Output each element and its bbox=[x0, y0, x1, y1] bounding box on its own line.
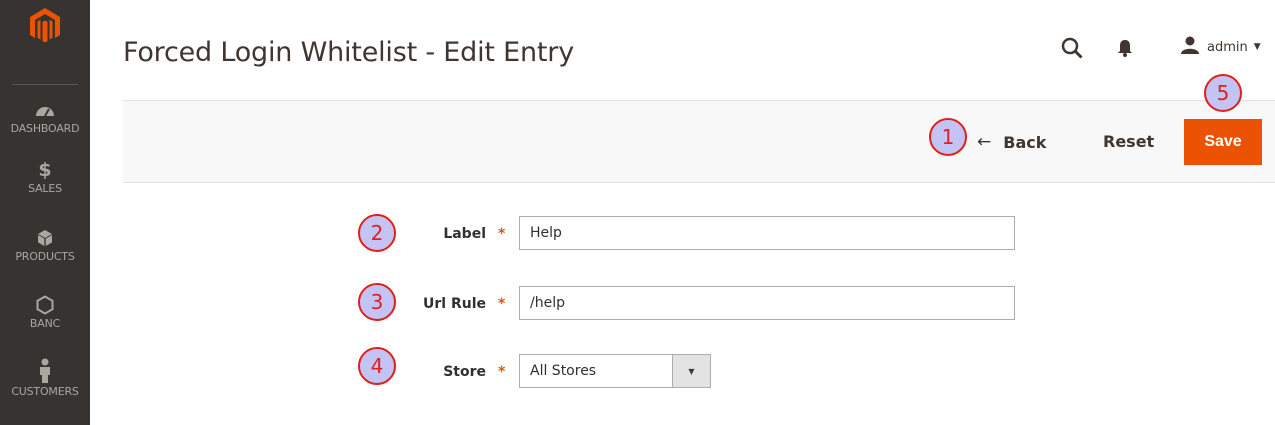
box-icon bbox=[36, 226, 54, 250]
sidebar-item-label: CUSTOMERS bbox=[11, 385, 79, 398]
search-icon[interactable] bbox=[1061, 37, 1083, 63]
chevron-down-icon: ▼ bbox=[1253, 42, 1261, 52]
required-marker: * bbox=[498, 226, 506, 242]
notifications-bell-icon[interactable] bbox=[1117, 38, 1133, 62]
admin-user-menu[interactable]: admin ▼ bbox=[1180, 36, 1261, 58]
annotation-badge: 3 bbox=[358, 283, 396, 321]
sidebar-item-label: PRODUCTS bbox=[15, 250, 75, 263]
user-name: admin bbox=[1207, 39, 1248, 55]
user-icon bbox=[1180, 36, 1200, 58]
annotation-badge: 5 bbox=[1204, 74, 1242, 112]
sidebar-item-customers[interactable]: CUSTOMERS bbox=[0, 357, 90, 423]
admin-sidebar: DASHBOARD $ SALES PRODUCTS BANC CUSTOMER… bbox=[0, 0, 90, 425]
sidebar-item-products[interactable]: PRODUCTS bbox=[0, 226, 90, 292]
back-button[interactable]: ← Back bbox=[977, 130, 1046, 154]
required-marker: * bbox=[498, 364, 506, 380]
store-select-value: All Stores bbox=[530, 363, 597, 379]
reset-button[interactable]: Reset bbox=[1103, 132, 1154, 151]
sidebar-item-label: SALES bbox=[28, 182, 62, 195]
label-input[interactable]: Help bbox=[519, 216, 1015, 250]
required-marker: * bbox=[498, 296, 506, 312]
arrow-left-icon: ← bbox=[977, 132, 992, 152]
select-dropdown-icon[interactable]: ▼ bbox=[672, 355, 710, 387]
back-button-label: Back bbox=[1003, 132, 1047, 152]
person-icon bbox=[38, 357, 52, 385]
dashboard-icon bbox=[35, 98, 55, 122]
sidebar-item-label: BANC bbox=[29, 317, 61, 330]
sidebar-item-sales[interactable]: $ SALES bbox=[0, 158, 90, 224]
sidebar-divider bbox=[12, 84, 78, 85]
page-title: Forced Login Whitelist - Edit Entry bbox=[123, 37, 574, 68]
magento-logo-icon bbox=[30, 8, 60, 43]
annotation-badge: 2 bbox=[358, 214, 396, 252]
dollar-icon: $ bbox=[38, 159, 52, 181]
sidebar-item-banc[interactable]: BANC bbox=[0, 293, 90, 359]
magento-logo[interactable] bbox=[0, 0, 90, 84]
hexagon-icon bbox=[36, 293, 54, 317]
store-select[interactable]: All Stores ▼ bbox=[519, 354, 711, 388]
sidebar-item-dashboard[interactable]: DASHBOARD bbox=[0, 98, 90, 164]
annotation-badge: 1 bbox=[929, 118, 967, 156]
annotation-badge: 4 bbox=[358, 347, 396, 385]
save-button[interactable]: Save bbox=[1184, 119, 1262, 165]
sidebar-item-label: DASHBOARD bbox=[10, 122, 80, 135]
url-rule-input[interactable]: /help bbox=[519, 286, 1015, 320]
